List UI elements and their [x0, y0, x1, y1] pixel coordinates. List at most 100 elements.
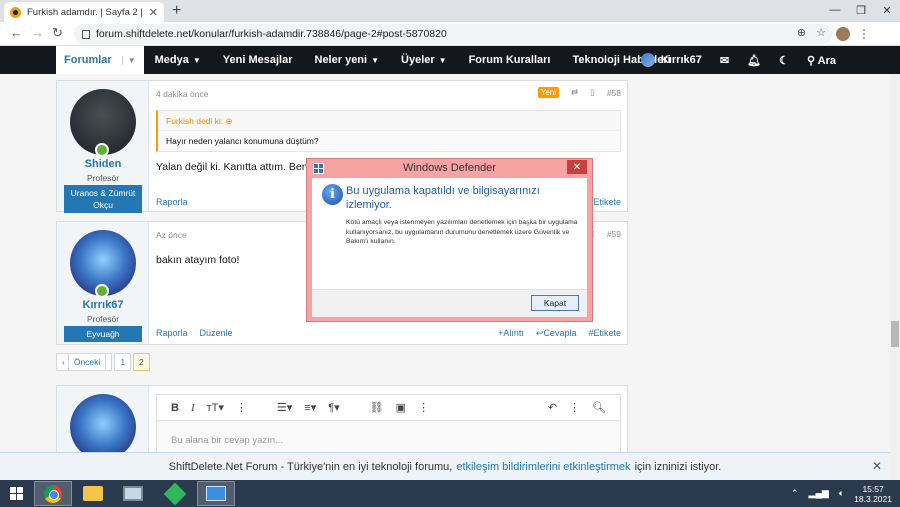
- reply-button[interactable]: ↩︎Cevapla: [536, 328, 577, 339]
- close-icon[interactable]: ✕: [872, 459, 882, 473]
- chevron-down-icon: ▼: [192, 55, 201, 65]
- nav-uyeler[interactable]: Üyeler ▼: [390, 46, 458, 74]
- bold-icon[interactable]: B: [171, 402, 179, 414]
- username[interactable]: Kırrık67: [57, 299, 149, 311]
- preview-icon[interactable]: 🔍︎: [592, 401, 606, 414]
- computer-icon: [123, 486, 143, 501]
- pagination: ‹ Önceki 1 2: [56, 353, 150, 371]
- user-title: Profesör: [86, 314, 120, 324]
- post-user-panel: Shiden Profesör Uranos & Zümrüt Okçu: [57, 81, 149, 213]
- taskbar-computer[interactable]: [114, 481, 152, 506]
- back-icon[interactable]: ←: [10, 25, 23, 40]
- share-icon[interactable]: ⇄: [571, 87, 578, 98]
- taskbar-chrome[interactable]: [34, 481, 72, 506]
- more-insert-options-icon[interactable]: ⋮: [418, 401, 429, 414]
- chevron-down-icon[interactable]: ▼: [121, 55, 136, 65]
- page-1-link[interactable]: 1: [114, 353, 132, 371]
- remote-desktop-icon: [206, 486, 226, 501]
- taskbar-app-cube[interactable]: [156, 481, 194, 506]
- start-button[interactable]: [0, 480, 32, 507]
- link-icon[interactable]: ⛓: [370, 401, 384, 414]
- dialog-close-button[interactable]: ✕: [567, 160, 587, 174]
- bookmark-icon[interactable]: ▯: [590, 87, 595, 98]
- tag-link[interactable]: #Etikete: [588, 197, 621, 207]
- restore-icon[interactable]: ❐: [848, 0, 874, 20]
- inbox-icon[interactable]: ✉: [720, 54, 729, 67]
- tag-link[interactable]: #Etikete: [588, 328, 621, 339]
- url-field[interactable]: forum.shiftdelete.net/konular/furkish-ad…: [74, 24, 832, 44]
- new-badge: Yeni: [537, 87, 559, 98]
- clock-date: 18.3.2021: [854, 493, 892, 504]
- lock-icon: [82, 29, 90, 39]
- post-time[interactable]: Az önce: [156, 230, 187, 240]
- post-number[interactable]: #59: [607, 229, 621, 239]
- chevron-down-icon: ▼: [371, 55, 380, 65]
- volume-icon[interactable]: 🔈︎: [839, 488, 844, 499]
- online-status-icon: [95, 284, 109, 298]
- taskbar-file-explorer[interactable]: [74, 481, 112, 506]
- dialog-content: i Bu uygulama kapatıldı ve bilgisayarını…: [312, 178, 587, 289]
- post-number[interactable]: #58: [607, 88, 621, 98]
- bell-icon[interactable]: 🔔︎: [747, 54, 761, 67]
- nav-medya-label: Medya: [154, 54, 189, 66]
- info-icon: i: [322, 184, 343, 205]
- clock[interactable]: 15:57 18.3.2021: [854, 484, 892, 504]
- browser-tab[interactable]: Furkish adamdır. | Sayfa 2 | ShiftD ✕: [4, 2, 164, 22]
- close-tab-icon[interactable]: ✕: [149, 6, 158, 19]
- prev-page-button[interactable]: ‹ Önceki: [56, 353, 113, 371]
- scrollbar-thumb[interactable]: [891, 321, 899, 347]
- report-link[interactable]: Raporla: [156, 328, 188, 339]
- report-link[interactable]: Raporla: [156, 197, 188, 207]
- nav-forumlar[interactable]: Forumlar ▼: [56, 46, 144, 74]
- image-icon[interactable]: ▣: [396, 401, 406, 414]
- post-time[interactable]: 4 dakika önce: [156, 89, 208, 99]
- dark-mode-moon-icon[interactable]: ☾: [779, 54, 789, 67]
- username[interactable]: Shiden: [57, 158, 149, 170]
- install-app-icon[interactable]: ⊕: [797, 26, 806, 39]
- post-text: bakın atayım foto!: [156, 254, 240, 266]
- taskbar-remote-desktop[interactable]: [197, 481, 235, 506]
- reload-icon[interactable]: ↻: [52, 25, 63, 41]
- account-menu[interactable]: Kırrık67: [640, 53, 702, 67]
- nav-yeni-mesajlar[interactable]: Yeni Mesajlar: [212, 46, 304, 74]
- quote-author[interactable]: Furkish dedi ki: ⊕: [166, 116, 233, 127]
- quote-button[interactable]: +Alıntı: [498, 328, 524, 339]
- close-window-icon[interactable]: ✕: [874, 0, 900, 20]
- edit-link[interactable]: Düzenle: [200, 328, 233, 339]
- network-signal-icon[interactable]: ▂▄▆: [809, 488, 829, 499]
- nav-neler-yeni-label: Neler yeni: [314, 54, 368, 66]
- dialog-titlebar[interactable]: Windows Defender ✕: [307, 159, 592, 178]
- browser-menu-icon[interactable]: ⋮: [858, 27, 870, 41]
- new-tab-icon[interactable]: +: [172, 2, 181, 20]
- arrow-up-circle-icon[interactable]: ⊕: [226, 116, 233, 126]
- italic-icon[interactable]: I: [191, 402, 195, 414]
- site-navigation: Forumlar ▼ Medya ▼ Yeni Mesajlar Neler yen…: [0, 46, 900, 74]
- list-icon[interactable]: ☰▾: [277, 401, 292, 414]
- nav-neler-yeni[interactable]: Neler yeni ▼: [304, 46, 391, 74]
- nav-forum-kurallari[interactable]: Forum Kuralları: [458, 46, 562, 74]
- notice-link[interactable]: etkileşim bildirimlerini etkinleştirmek: [456, 461, 630, 473]
- search-button[interactable]: ⚲ Ara: [807, 54, 836, 67]
- page-2-current[interactable]: 2: [133, 353, 150, 371]
- bookmark-star-icon[interactable]: ☆: [816, 26, 826, 39]
- more-text-options-icon[interactable]: ⋮: [236, 401, 247, 414]
- account-username: Kırrık67: [660, 54, 702, 66]
- nav-medya[interactable]: Medya ▼: [144, 46, 212, 74]
- close-dialog-button[interactable]: Kapat: [531, 295, 579, 311]
- search-label: Ara: [817, 54, 836, 67]
- show-hidden-icons-icon[interactable]: ⌃: [791, 488, 799, 499]
- align-icon[interactable]: ≡▾: [304, 401, 316, 414]
- post-user-panel: Kırrık67 Profesör Eyvuağh: [57, 222, 149, 344]
- user-banner: Eyvuağh: [64, 326, 142, 342]
- forward-icon[interactable]: →: [31, 25, 44, 40]
- text-size-icon[interactable]: тT▾: [207, 401, 224, 414]
- tab-title: Furkish adamdır. | Sayfa 2 | ShiftD: [27, 6, 143, 18]
- profile-avatar-icon[interactable]: [836, 27, 850, 41]
- page-scrollbar[interactable]: [890, 74, 900, 480]
- user-title: Profesör: [86, 173, 120, 183]
- url-text: forum.shiftdelete.net/konular/furkish-ad…: [96, 28, 447, 40]
- more-options-icon[interactable]: ⋮: [569, 401, 580, 414]
- paragraph-icon[interactable]: ¶▾: [328, 401, 339, 414]
- undo-icon[interactable]: ↶: [548, 401, 557, 414]
- minimize-icon[interactable]: —: [822, 0, 848, 20]
